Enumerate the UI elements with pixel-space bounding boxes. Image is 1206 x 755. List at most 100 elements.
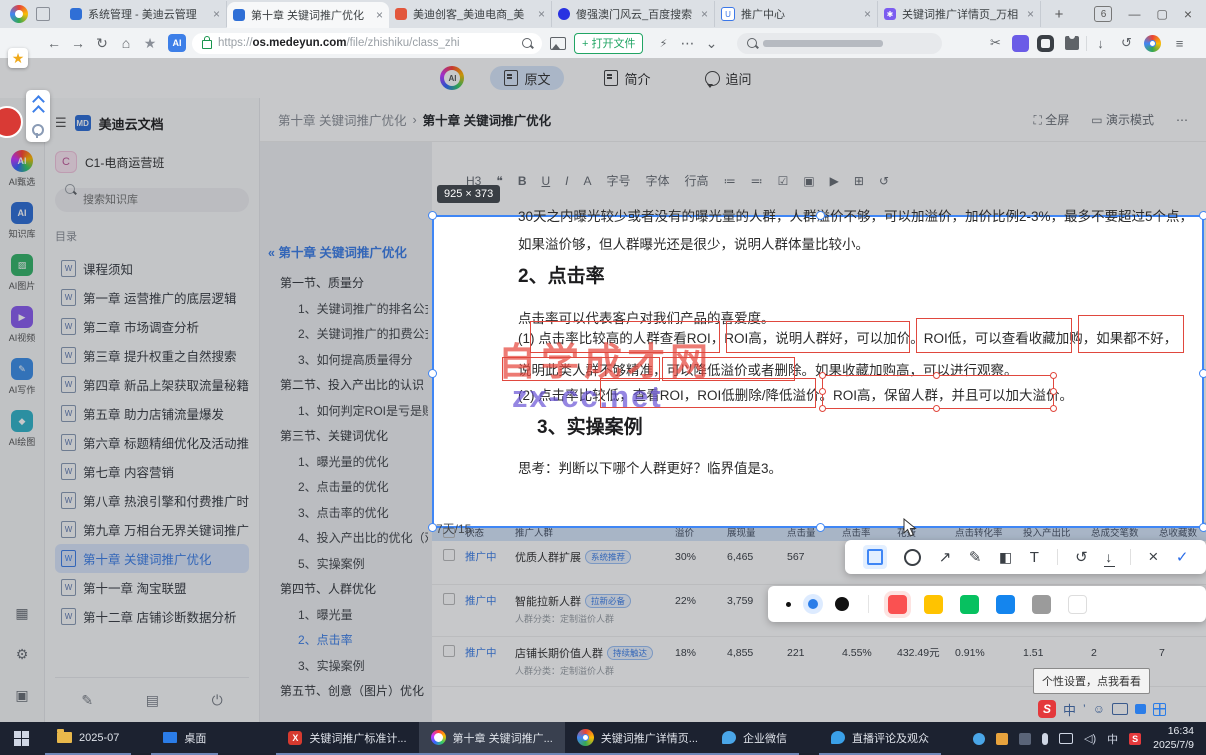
toc-item[interactable]: 第三节、关键词优化 (268, 424, 428, 450)
rail-item-ai-video[interactable]: ▶ AI视频 (0, 306, 45, 344)
audience-name[interactable]: 优质人群扩展 (515, 552, 581, 564)
sidebar-item-ch9[interactable]: W 第九章 万相台无界关键词推广 (55, 515, 249, 544)
toc-item[interactable]: 2、关键词推广的扣费公式 (268, 322, 428, 348)
confirm-screenshot-icon[interactable]: ✓ (1176, 548, 1189, 566)
sidebar-item-ch10-active[interactable]: W 第十章 关键词推广优化 (55, 544, 249, 573)
toc-item[interactable]: 3、如何提高质量得分 (268, 348, 428, 374)
editor-font-family-menu[interactable]: 字体 (646, 172, 670, 189)
editor-bold-icon[interactable]: B (518, 174, 527, 188)
window-close-button[interactable]: × (1184, 6, 1192, 22)
arrow-tool[interactable]: ↗ (939, 548, 952, 566)
color-red-selected[interactable] (888, 594, 907, 614)
color-yellow[interactable] (924, 594, 943, 614)
screenshot-scissors-icon[interactable]: ✂ (982, 35, 1008, 51)
selection-handle-se[interactable] (1199, 523, 1206, 532)
sidebar-item-notice[interactable]: W 课程须知 (55, 254, 249, 283)
rect-handle[interactable] (933, 372, 940, 379)
history-undo-icon[interactable]: ↺ (1113, 35, 1139, 51)
tab-close-icon[interactable]: × (1027, 7, 1034, 21)
color-blue[interactable] (996, 594, 1015, 614)
tray-display-icon[interactable] (1059, 733, 1073, 744)
floating-bookmark-star-icon[interactable]: ★ (8, 48, 28, 68)
audience-name[interactable]: 店铺长期价值人群 (515, 648, 603, 660)
tab-ask-followup[interactable]: 追问 (691, 66, 766, 90)
window-maximize-button[interactable]: ▢ (1156, 7, 1167, 21)
sidebar-item-ch2[interactable]: W 第二章 市场调查分析 (55, 312, 249, 341)
sidebar-item-ch3[interactable]: W 第三章 提升权重之自然搜索 (55, 341, 249, 370)
text-tool[interactable]: T (1030, 549, 1039, 566)
rect-handle[interactable] (1050, 372, 1057, 379)
toc-item-active[interactable]: 2、点击率 (268, 628, 428, 654)
selection-handle-n[interactable] (816, 211, 825, 220)
editor-font-color-icon[interactable]: A (584, 174, 592, 188)
sidebar-item-ch12[interactable]: W 第十二章 店铺诊断数据分析 (55, 602, 249, 631)
browser-logo-icon[interactable] (10, 5, 28, 23)
taskbar-medeyun-button-active[interactable]: 第十章 关键词推广... (418, 722, 565, 755)
selection-handle-s[interactable] (816, 523, 825, 532)
double-chevron-up-icon[interactable] (31, 94, 45, 118)
reload-button[interactable]: ↻ (90, 35, 114, 52)
extensions-puzzle-icon[interactable] (1065, 33, 1080, 50)
ime-punctuation-icon[interactable]: ’ (1083, 702, 1086, 716)
browser-tab-6[interactable]: ✱ 关键词推广详情页_万相 × (878, 1, 1041, 27)
ssl-lock-icon[interactable] (202, 36, 212, 49)
editor-ordered-list-icon[interactable]: ≔ (724, 174, 736, 188)
toc-title[interactable]: « 第十章 关键词推广优化 (268, 242, 428, 261)
rail-gear-icon[interactable]: ⚙ (15, 646, 29, 663)
ai-assistant-icon[interactable]: AI (168, 34, 186, 52)
sidebar-item-ch7[interactable]: W 第七章 内容营销 (55, 457, 249, 486)
annotation-rect-2[interactable] (726, 321, 910, 353)
taskbar-live-comments-button[interactable]: 直播评论及观众 (818, 722, 941, 755)
annotation-rect-3[interactable] (916, 318, 1072, 353)
toc-item[interactable]: 1、如何判定ROI是亏是赚 (268, 399, 428, 425)
rect-handle[interactable] (933, 405, 940, 412)
tray-ime-lang[interactable]: 中 (1107, 731, 1118, 747)
selection-handle-ne[interactable] (1199, 211, 1206, 220)
toc-item[interactable]: 3、点击率的优化 (268, 501, 428, 527)
presentation-mode-button[interactable]: ▭ 演示模式 (1091, 111, 1154, 128)
toc-item[interactable]: 1、曝光量的优化 (268, 450, 428, 476)
premium-value[interactable]: 18% (675, 647, 696, 659)
rail-item-ai-image[interactable]: ▨ AI图片 (0, 254, 45, 292)
taskbar-chrome-button[interactable]: 关键词推广详情页... (564, 722, 710, 755)
taskbar-folder-button[interactable]: 2025-07 (45, 722, 132, 755)
ime-language-mode[interactable]: 中 (1063, 700, 1076, 719)
image-mode-icon[interactable] (550, 36, 566, 50)
quick-launch-bolt-icon[interactable]: ⚡ (651, 37, 675, 50)
editor-italic-icon[interactable]: I (565, 174, 568, 188)
ime-emoji-icon[interactable]: ☺ (1093, 702, 1105, 716)
sidebar-item-ch4[interactable]: W 第四章 新品上架获取流量秘籍 (55, 370, 249, 399)
browser-profile-icon[interactable] (1144, 34, 1162, 52)
ime-tooltip[interactable]: 个性设置，点我看看 (1033, 668, 1150, 694)
color-gray[interactable] (1032, 594, 1051, 614)
save-download-icon[interactable]: ↓ (1104, 549, 1116, 567)
sidebar-hamburger-icon[interactable]: ☰ (55, 115, 67, 131)
toc-item[interactable]: 3、实操案例 (268, 654, 428, 680)
browser-tab-3[interactable]: 美迪创客_美迪电商_美 × (389, 1, 552, 27)
tab-close-icon[interactable]: × (376, 8, 383, 22)
rail-puzzle-icon[interactable]: ▦ (15, 605, 28, 622)
rect-handle[interactable] (1050, 388, 1057, 395)
audience-name[interactable]: 智能拉新人群 (515, 596, 581, 608)
rect-handle[interactable] (819, 388, 826, 395)
browser-tab-2-active[interactable]: 第十章 关键词推广优化 × (227, 2, 389, 28)
tray-chat-icon[interactable] (973, 732, 985, 745)
tray-volume-icon[interactable]: ◁) (1084, 732, 1096, 745)
cancel-screenshot-icon[interactable]: × (1148, 547, 1158, 567)
sidebar-item-ch5[interactable]: W 第五章 助力店铺流量爆发 (55, 399, 249, 428)
browser-tab-1[interactable]: 系统管理 - 美迪云管理 × (64, 1, 227, 27)
premium-value[interactable]: 30% (675, 551, 696, 563)
toc-item[interactable]: 第一节、质量分 (268, 271, 428, 297)
new-tab-button[interactable]: + (1047, 6, 1071, 23)
sidebar-power-icon[interactable]: ⏻ (212, 692, 223, 709)
tab-close-icon[interactable]: × (538, 7, 545, 21)
editor-video-icon[interactable]: ▶ (830, 174, 839, 188)
row-checkbox[interactable] (443, 549, 455, 561)
selection-handle-sw[interactable] (428, 523, 437, 532)
stroke-size-large[interactable] (835, 597, 849, 611)
window-minimize-button[interactable]: — (1128, 7, 1140, 21)
url-text[interactable]: https://os.medeyun.com/file/zhishiku/cla… (218, 37, 460, 49)
collapse-icon[interactable]: « (268, 246, 275, 260)
ime-toolbox-icon[interactable] (1152, 702, 1166, 716)
selection-handle-w[interactable] (428, 369, 437, 378)
